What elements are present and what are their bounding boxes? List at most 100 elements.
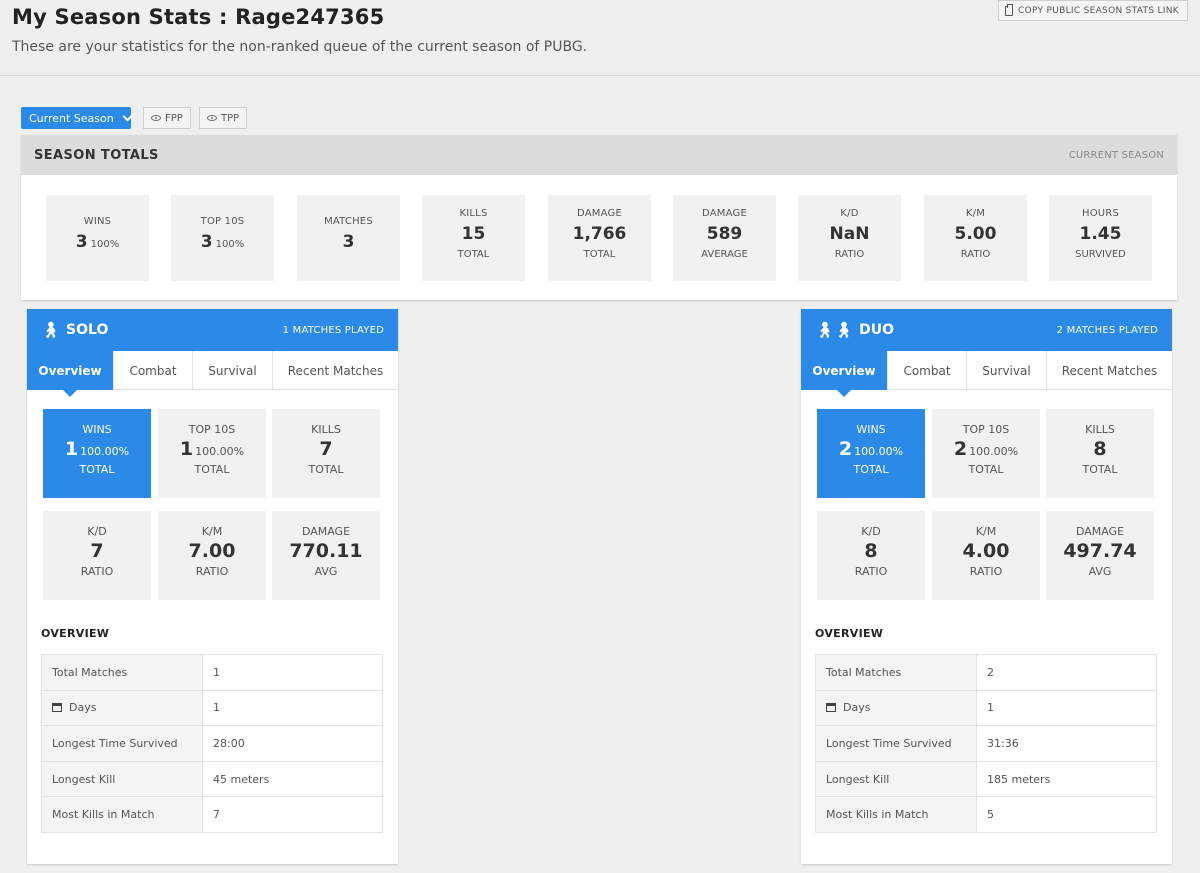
row-key: Most Kills in Match [815, 796, 977, 833]
fpp-button[interactable]: FPP [143, 107, 191, 129]
stat-value: 3 [297, 232, 400, 252]
copy-stats-link-button[interactable]: COPY PUBLIC SEASON STATS LINK [998, 0, 1188, 21]
table-row: Most Kills in Match 5 [815, 796, 1157, 833]
overview-title: OVERVIEW [41, 627, 110, 640]
tab-recent-matches[interactable]: Recent Matches [273, 351, 398, 390]
table-row: Longest Kill 185 meters [815, 760, 1157, 798]
stat-tile-k-m: K/M 4.00 RATIO [932, 511, 1040, 600]
stat-label: K/M [975, 525, 997, 538]
stat-label: K/D [861, 525, 881, 538]
season-totals-title: SEASON TOTALS [34, 147, 159, 163]
stat-value: 2 100.00% [932, 438, 1040, 460]
stat-tile-damage-total: DAMAGE 1,766 TOTAL [548, 195, 651, 281]
row-value: 1 [202, 654, 383, 691]
row-key: Days [41, 689, 203, 727]
stat-footer: TOTAL [79, 463, 115, 476]
tab-overview[interactable]: Overview [801, 351, 888, 397]
person-walking-icon: 🚶︎ [41, 320, 61, 339]
calendar-icon [826, 703, 836, 713]
stat-number: 8 [1093, 438, 1107, 460]
stat-tile-k-m: K/M 7.00 RATIO [158, 511, 266, 600]
stat-number: 497.74 [1063, 540, 1137, 562]
stat-tile-damage: DAMAGE 497.74 AVG [1046, 511, 1154, 600]
stat-number: 1,766 [572, 224, 627, 244]
solo-panel: 🚶︎ SOLO 1 MATCHES PLAYED Overview Combat… [27, 309, 398, 864]
stat-tile-damage: DAMAGE 770.11 AVG [272, 511, 380, 600]
stat-value: 4.00 [932, 540, 1040, 562]
tab-combat[interactable]: Combat [114, 351, 193, 390]
stat-label: K/D [840, 208, 859, 219]
duo-tabs: Overview Combat Survival Recent Matches [801, 351, 1172, 397]
stat-footer: AVERAGE [701, 249, 748, 260]
stat-footer: TOTAL [1082, 463, 1118, 476]
stat-number: 4.00 [962, 540, 1010, 562]
stat-label: TOP 10S [188, 423, 236, 436]
row-key: Most Kills in Match [41, 796, 203, 833]
stat-footer: RATIO [854, 565, 888, 578]
stat-value: 3 100% [171, 232, 274, 252]
stat-footer: TOTAL [968, 463, 1004, 476]
tpp-button[interactable]: TPP [199, 107, 248, 129]
stat-tile-wins: WINS 2 100.00% TOTAL [817, 409, 925, 498]
solo-title: 🚶︎ SOLO [41, 322, 108, 338]
overview-title: OVERVIEW [815, 627, 884, 640]
stat-tile-hours-survived: HOURS 1.45 SURVIVED [1049, 195, 1152, 281]
stat-tile-matches: MATCHES 3 [297, 195, 400, 281]
stat-tile-top-10s: TOP 10S 2 100.00% TOTAL [932, 409, 1040, 498]
season-dropdown[interactable]: Current Season [21, 107, 133, 129]
season-totals-subtitle: CURRENT SEASON [1068, 149, 1164, 161]
tab-survival[interactable]: Survival [193, 351, 273, 390]
duo-header: 🚶︎🚶︎ DUO 2 MATCHES PLAYED [801, 309, 1172, 351]
tab-recent-matches[interactable]: Recent Matches [1047, 351, 1172, 390]
stat-number: 1 [179, 438, 194, 460]
stat-number: 589 [706, 224, 743, 244]
stat-label: K/D [87, 525, 107, 538]
tab-survival[interactable]: Survival [967, 351, 1047, 390]
stat-label: WINS [82, 423, 112, 436]
stat-footer: AVG [1088, 565, 1112, 578]
stat-tile-wins: WINS 3 100% [46, 195, 149, 281]
row-value: 2 [976, 654, 1157, 691]
stat-value: 497.74 [1046, 540, 1154, 562]
solo-header: 🚶︎ SOLO 1 MATCHES PLAYED [27, 309, 398, 351]
tab-combat[interactable]: Combat [888, 351, 967, 390]
stat-value: 7 [272, 438, 380, 460]
stat-label: DAMAGE [702, 208, 747, 219]
solo-overview-table: Total Matches 1 Days 1 Longest Time Surviv… [41, 654, 383, 833]
stat-tile-kills: KILLS 7 TOTAL [272, 409, 380, 498]
tab-overview[interactable]: Overview [27, 351, 114, 397]
stat-footer: TOTAL [457, 249, 490, 260]
table-row: Days 1 [815, 689, 1157, 727]
season-totals-header: SEASON TOTALS CURRENT SEASON [21, 135, 1177, 175]
stat-label: TOP 10S [962, 423, 1010, 436]
page-subtitle: These are your statistics for the non-ra… [12, 39, 588, 55]
stat-label: DAMAGE [1075, 525, 1125, 538]
stat-value: 8 [1046, 438, 1154, 460]
table-row: Longest Time Survived 28:00 [41, 725, 383, 762]
stat-value: 589 [673, 224, 776, 244]
stat-value: 3 100% [46, 232, 149, 252]
stat-label: TOP 10S [200, 216, 245, 227]
clipboard-icon [1005, 3, 1014, 16]
calendar-icon [52, 703, 62, 713]
row-value: 31:36 [976, 725, 1157, 762]
copy-link-label: COPY PUBLIC SEASON STATS LINK [1018, 5, 1179, 16]
stat-tile-k-d: K/D 7 RATIO [43, 511, 151, 600]
row-key: Total Matches [41, 654, 203, 691]
row-key: Total Matches [815, 654, 977, 691]
stat-tile-kills: KILLS 8 TOTAL [1046, 409, 1154, 498]
stat-label: WINS [856, 423, 886, 436]
stat-label: HOURS [1081, 208, 1119, 219]
row-key: Days [815, 689, 977, 727]
stat-value: 1.45 [1049, 224, 1152, 244]
stat-value: 5.00 [924, 224, 1027, 244]
row-value: 7 [202, 796, 383, 833]
eye-icon [207, 115, 217, 121]
stat-label: K/M [201, 525, 223, 538]
stat-tile-damage-average: DAMAGE 589 AVERAGE [673, 195, 776, 281]
stat-label: MATCHES [324, 216, 373, 227]
row-key: Longest Time Survived [815, 725, 977, 762]
stat-footer: TOTAL [308, 463, 344, 476]
stat-number: 2 [838, 438, 853, 460]
row-value: 45 meters [202, 760, 383, 798]
